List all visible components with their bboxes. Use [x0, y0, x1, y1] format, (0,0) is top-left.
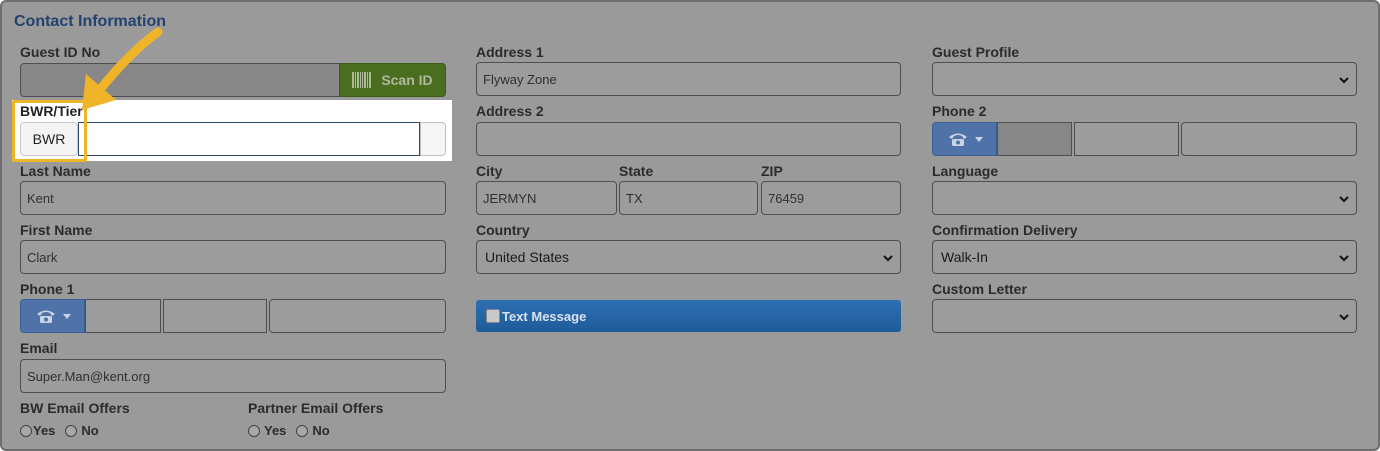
bw-email-yes-label: Yes	[33, 423, 56, 438]
zip-label: ZIP	[761, 163, 783, 179]
first-name-input[interactable]: Clark	[20, 240, 446, 274]
phone1-area-code-input[interactable]	[163, 299, 267, 333]
phone-icon	[948, 133, 967, 146]
partner-email-yes-radio[interactable]	[248, 424, 260, 437]
confirmation-delivery-value: Walk-In	[941, 249, 988, 265]
phone1-number-input[interactable]	[269, 299, 446, 333]
phone-icon	[36, 310, 55, 323]
bwr-highlight-box	[12, 100, 87, 162]
partner-email-no-radio[interactable]	[296, 424, 309, 437]
phone2-area-code-input[interactable]	[1074, 122, 1179, 156]
text-message-label: Text Message	[502, 308, 587, 324]
guest-profile-label: Guest Profile	[932, 44, 1020, 60]
address2-input[interactable]	[476, 122, 901, 156]
section-title: Contact Information	[14, 13, 166, 30]
scan-id-label: Scan ID	[381, 72, 433, 88]
country-select[interactable]: United States	[476, 240, 901, 274]
first-name-label: First Name	[20, 222, 93, 238]
confirmation-delivery-label: Confirmation Delivery	[932, 222, 1078, 238]
phone2-number-input[interactable]	[1181, 122, 1357, 156]
partner-email-yes-label: Yes	[264, 423, 287, 438]
city-input[interactable]: JERMYN	[476, 181, 617, 215]
language-label: Language	[932, 163, 999, 179]
last-name-label: Last Name	[20, 163, 91, 179]
phone2-type-button[interactable]	[932, 122, 997, 156]
zip-input[interactable]: 76459	[761, 181, 901, 215]
custom-letter-label: Custom Letter	[932, 281, 1027, 297]
chevron-down-icon	[62, 313, 71, 319]
address1-label: Address 1	[476, 44, 544, 60]
guest-id-input[interactable]	[20, 63, 340, 97]
country-value: United States	[485, 249, 570, 265]
address2-label: Address 2	[476, 103, 544, 119]
phone1-country-code-input[interactable]	[85, 299, 161, 333]
barcode-icon	[352, 72, 372, 88]
custom-letter-select[interactable]	[932, 299, 1357, 333]
phone1-label: Phone 1	[20, 281, 75, 297]
chevron-down-icon	[1339, 196, 1349, 203]
confirmation-delivery-select[interactable]: Walk-In	[932, 240, 1357, 274]
last-name-input[interactable]: Kent	[20, 181, 446, 215]
city-label: City	[476, 163, 503, 179]
text-message-button[interactable]: Text Message	[476, 300, 901, 332]
chevron-down-icon	[1339, 314, 1349, 321]
partner-email-offers-label: Partner Email Offers	[248, 400, 384, 416]
chevron-down-icon	[1339, 77, 1349, 84]
text-message-checkbox[interactable]	[486, 309, 500, 323]
state-input[interactable]: TX	[619, 181, 758, 215]
chevron-down-icon	[974, 136, 983, 142]
phone2-country-code-input[interactable]	[997, 122, 1072, 156]
bw-email-yes-radio[interactable]	[20, 424, 32, 437]
bwr-tier-input[interactable]	[78, 122, 420, 156]
language-select[interactable]	[932, 181, 1357, 215]
phone2-label: Phone 2	[932, 103, 987, 119]
bwr-tier-addon[interactable]	[420, 122, 446, 156]
partner-email-no-label: No	[312, 423, 330, 438]
email-label: Email	[20, 340, 58, 356]
bw-email-no-label: No	[81, 423, 99, 438]
partner-email-offers-radios: Yes No	[248, 423, 330, 438]
bw-email-offers-label: BW Email Offers	[20, 400, 130, 416]
bw-email-no-radio[interactable]	[65, 424, 78, 437]
guest-id-label: Guest ID No	[20, 44, 101, 60]
state-label: State	[619, 163, 654, 179]
guest-profile-select[interactable]	[932, 62, 1357, 96]
bw-email-offers-radios: Yes No	[20, 423, 99, 438]
address1-input[interactable]: Flyway Zone	[476, 62, 901, 96]
email-input[interactable]: Super.Man@kent.org	[20, 359, 446, 393]
chevron-down-icon	[1339, 255, 1349, 262]
phone1-type-button[interactable]	[20, 299, 85, 333]
chevron-down-icon	[883, 255, 893, 262]
country-label: Country	[476, 222, 530, 238]
scan-id-button[interactable]: Scan ID	[339, 63, 446, 97]
